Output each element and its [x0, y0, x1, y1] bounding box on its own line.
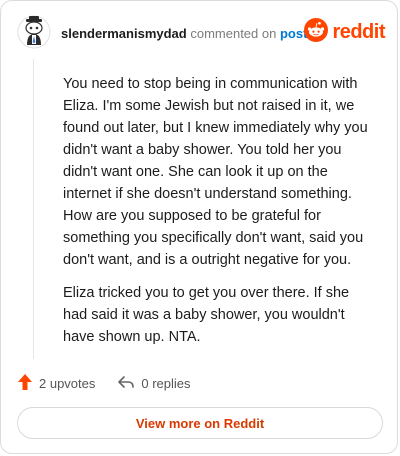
comment-actions: 2 upvotes 0 replies	[17, 372, 213, 394]
reddit-logo-icon	[304, 17, 329, 47]
view-more-button[interactable]: View more on Reddit	[17, 407, 383, 439]
comment-paragraph: You need to stop being in communication …	[63, 76, 368, 268]
reply-icon	[117, 374, 135, 393]
comment-paragraph: Eliza tricked you to get you over there.…	[63, 285, 350, 345]
thread-line	[33, 59, 34, 359]
username-link[interactable]: slendermanismydad	[61, 26, 187, 41]
upvote-button[interactable]: 2 upvotes	[17, 373, 95, 394]
upvote-count: 2 upvotes	[39, 375, 96, 391]
reddit-logo[interactable]: reddit	[304, 17, 385, 47]
reply-count: 0 replies	[141, 375, 191, 391]
commented-on-text: commented on	[190, 26, 277, 41]
comment-meta: slendermanismydad commented on post	[61, 26, 307, 42]
reddit-wordmark: reddit	[332, 20, 385, 43]
upvote-arrow-icon	[17, 373, 33, 394]
reply-button[interactable]: 0 replies	[117, 374, 191, 393]
comment-header: slendermanismydad commented on post redd…	[17, 15, 385, 51]
comment-card: slendermanismydad commented on post redd…	[0, 0, 398, 454]
post-link[interactable]: post	[280, 26, 307, 41]
snoo-avatar-icon[interactable]	[17, 15, 51, 49]
comment-body: You need to stop being in communication …	[63, 73, 375, 359]
